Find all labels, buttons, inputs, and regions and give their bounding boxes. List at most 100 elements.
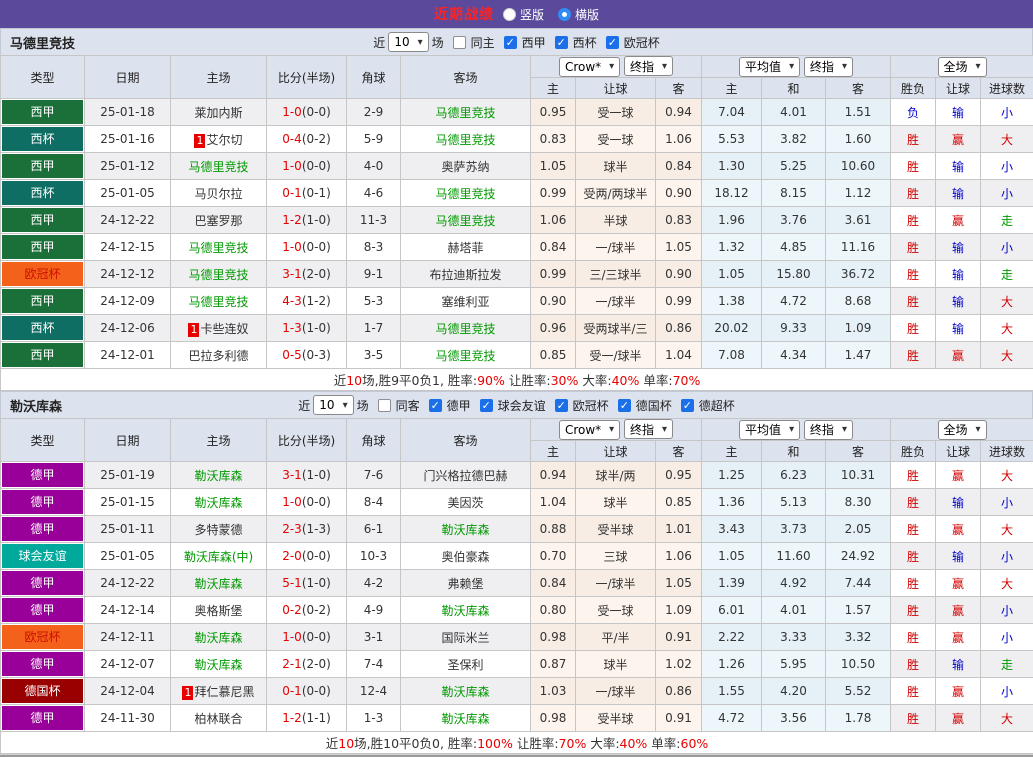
- away-team[interactable]: 马德里竞技: [401, 126, 531, 153]
- away-team[interactable]: 勒沃库森: [401, 705, 531, 732]
- league-checkbox-0[interactable]: [504, 36, 517, 49]
- away-team[interactable]: 马德里竞技: [401, 207, 531, 234]
- result-wdl: 胜: [891, 342, 936, 369]
- corner-count: 10-3: [347, 543, 401, 570]
- league-checkbox-3[interactable]: [618, 399, 631, 412]
- col-header-avg-home: 主: [702, 441, 762, 462]
- home-team[interactable]: 勒沃库森: [171, 651, 267, 678]
- home-team[interactable]: 巴塞罗那: [171, 207, 267, 234]
- away-team[interactable]: 奥萨苏纳: [401, 153, 531, 180]
- avg-home: 1.05: [702, 543, 762, 570]
- radio-icon[interactable]: [558, 8, 571, 21]
- home-team[interactable]: 1拜仁慕尼黑: [171, 678, 267, 705]
- same-side-checkbox[interactable]: [378, 399, 391, 412]
- home-team[interactable]: 勒沃库森: [171, 462, 267, 489]
- home-team[interactable]: 莱加内斯: [171, 99, 267, 126]
- odds-source-select[interactable]: Crow*▾: [559, 57, 620, 77]
- odds-final-select[interactable]: 终指▾: [624, 419, 673, 439]
- match-date: 25-01-11: [85, 516, 171, 543]
- away-team[interactable]: 马德里竞技: [401, 342, 531, 369]
- average-final-select[interactable]: 终指▾: [804, 57, 853, 77]
- result-wdl: 胜: [891, 126, 936, 153]
- home-team[interactable]: 1卡些连奴: [171, 315, 267, 342]
- league-checkbox-1[interactable]: [480, 399, 493, 412]
- layout-option-vertical[interactable]: 竖版: [503, 6, 544, 23]
- away-team[interactable]: 塞维利亚: [401, 288, 531, 315]
- home-team[interactable]: 奥格斯堡: [171, 597, 267, 624]
- col-header-result: 胜负: [891, 441, 936, 462]
- same-side-checkbox[interactable]: [453, 36, 466, 49]
- home-team[interactable]: 1艾尔切: [171, 126, 267, 153]
- home-team[interactable]: 马德里竞技: [171, 288, 267, 315]
- odds-home: 0.83: [531, 126, 576, 153]
- col-header-type: 类型: [1, 56, 85, 99]
- layout-option-horizontal[interactable]: 横版: [558, 6, 599, 23]
- league-checkbox-2[interactable]: [606, 36, 619, 49]
- average-select[interactable]: 平均值▾: [739, 420, 800, 440]
- home-team[interactable]: 勒沃库森: [171, 624, 267, 651]
- team-name-text: 勒沃库森: [194, 496, 242, 510]
- league-badge-cell: 德甲: [1, 651, 85, 678]
- scope-select[interactable]: 全场▾: [938, 57, 987, 77]
- home-team[interactable]: 马德里竞技: [171, 261, 267, 288]
- away-team[interactable]: 奥伯豪森: [401, 543, 531, 570]
- layout-radio-group: 竖版 横版: [503, 6, 599, 23]
- league-badge: 德甲: [2, 598, 83, 622]
- league-checkbox-0[interactable]: [429, 399, 442, 412]
- away-team[interactable]: 马德里竞技: [401, 315, 531, 342]
- match-row: 德国杯 24-12-04 1拜仁慕尼黑 0-1(0-0) 12-4 勒沃库森 1…: [1, 678, 1033, 705]
- odds-final-select[interactable]: 终指▾: [624, 56, 673, 76]
- result-goals: 小: [981, 489, 1033, 516]
- home-team[interactable]: 马贝尔拉: [171, 180, 267, 207]
- radio-icon[interactable]: [503, 8, 516, 21]
- away-team[interactable]: 赫塔菲: [401, 234, 531, 261]
- match-date: 24-12-14: [85, 597, 171, 624]
- match-count-select[interactable]: 10▾: [388, 32, 428, 52]
- away-team[interactable]: 马德里竞技: [401, 180, 531, 207]
- away-team[interactable]: 门兴格拉德巴赫: [401, 462, 531, 489]
- avg-draw: 11.60: [762, 543, 826, 570]
- away-team[interactable]: 圣保利: [401, 651, 531, 678]
- away-team[interactable]: 勒沃库森: [401, 597, 531, 624]
- handicap-line: 球半/两: [576, 462, 656, 489]
- col-header-corner: 角球: [347, 56, 401, 99]
- league-badge-cell: 欧冠杯: [1, 624, 85, 651]
- average-select[interactable]: 平均值▾: [739, 57, 800, 77]
- fulltime-score: 2-1: [282, 657, 302, 671]
- away-team[interactable]: 弗赖堡: [401, 570, 531, 597]
- away-team[interactable]: 勒沃库森: [401, 516, 531, 543]
- odds-away: 0.86: [656, 315, 702, 342]
- match-date: 24-12-07: [85, 651, 171, 678]
- home-team[interactable]: 马德里竞技: [171, 153, 267, 180]
- home-team[interactable]: 勒沃库森: [171, 489, 267, 516]
- league-checkbox-2[interactable]: [555, 399, 568, 412]
- league-badge: 德甲: [2, 706, 83, 730]
- away-team[interactable]: 勒沃库森: [401, 678, 531, 705]
- home-team[interactable]: 柏林联合: [171, 705, 267, 732]
- away-team[interactable]: 国际米兰: [401, 624, 531, 651]
- home-team[interactable]: 马德里竞技: [171, 234, 267, 261]
- score-halftime: 1-2(1-0): [267, 207, 347, 234]
- team-name-text: 勒沃库森(中): [184, 550, 253, 564]
- scope-select[interactable]: 全场▾: [938, 420, 987, 440]
- away-team[interactable]: 美因茨: [401, 489, 531, 516]
- result-wdl: 胜: [891, 180, 936, 207]
- match-date: 24-12-12: [85, 261, 171, 288]
- halftime-score: (0-0): [302, 105, 331, 119]
- league-checkbox-4[interactable]: [681, 399, 694, 412]
- handicap-line: 受一球: [576, 99, 656, 126]
- match-count-select[interactable]: 10▾: [313, 395, 353, 415]
- odds-source-select[interactable]: Crow*▾: [559, 420, 620, 440]
- average-final-select[interactable]: 终指▾: [804, 420, 853, 440]
- league-checkbox-1[interactable]: [555, 36, 568, 49]
- match-date: 24-12-22: [85, 207, 171, 234]
- home-team[interactable]: 勒沃库森(中): [171, 543, 267, 570]
- away-team[interactable]: 布拉迪斯拉发: [401, 261, 531, 288]
- result-wdl: 胜: [891, 678, 936, 705]
- home-team[interactable]: 巴拉多利德: [171, 342, 267, 369]
- away-team[interactable]: 马德里竞技: [401, 99, 531, 126]
- odds-away: 0.99: [656, 288, 702, 315]
- chevron-down-icon: ▾: [842, 424, 847, 435]
- home-team[interactable]: 勒沃库森: [171, 570, 267, 597]
- home-team[interactable]: 多特蒙德: [171, 516, 267, 543]
